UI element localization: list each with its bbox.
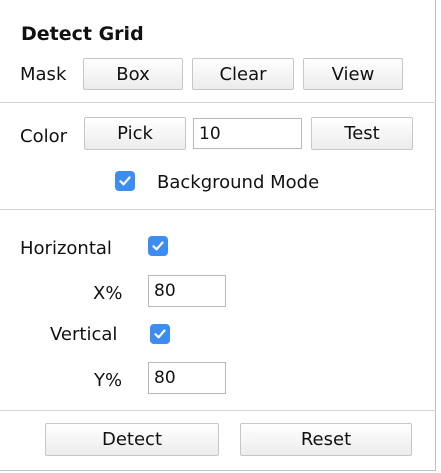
mask-label: Mask: [20, 64, 67, 85]
x-percent-field[interactable]: [148, 275, 226, 307]
y-percent-label: Y%: [94, 370, 123, 391]
background-mode-label: Background Mode: [157, 172, 320, 193]
mask-view-button[interactable]: View: [303, 58, 403, 90]
color-tolerance-field[interactable]: [193, 118, 302, 149]
y-percent-field[interactable]: [148, 362, 226, 394]
color-test-button[interactable]: Test: [311, 117, 413, 150]
panel-title: Detect Grid: [21, 23, 144, 45]
detect-grid-panel: Detect Grid Mask Box Clear View Color Pi…: [0, 0, 436, 471]
checkmark-icon: [119, 176, 131, 186]
horizontal-checkbox[interactable]: [148, 236, 168, 256]
color-label: Color: [20, 126, 67, 147]
horizontal-label: Horizontal: [20, 238, 112, 259]
detect-button[interactable]: Detect: [45, 423, 219, 456]
checkmark-icon: [154, 329, 166, 339]
x-percent-label: X%: [93, 283, 123, 304]
separator: [0, 102, 436, 103]
vertical-label: Vertical: [50, 324, 118, 345]
checkmark-icon: [152, 241, 164, 251]
background-mode-checkbox[interactable]: [115, 171, 135, 191]
mask-clear-button[interactable]: Clear: [192, 58, 294, 90]
separator: [0, 410, 436, 411]
vertical-checkbox[interactable]: [150, 324, 170, 344]
reset-button[interactable]: Reset: [240, 423, 412, 456]
mask-box-button[interactable]: Box: [83, 58, 183, 90]
separator: [0, 209, 436, 210]
color-pick-button[interactable]: Pick: [84, 117, 186, 150]
